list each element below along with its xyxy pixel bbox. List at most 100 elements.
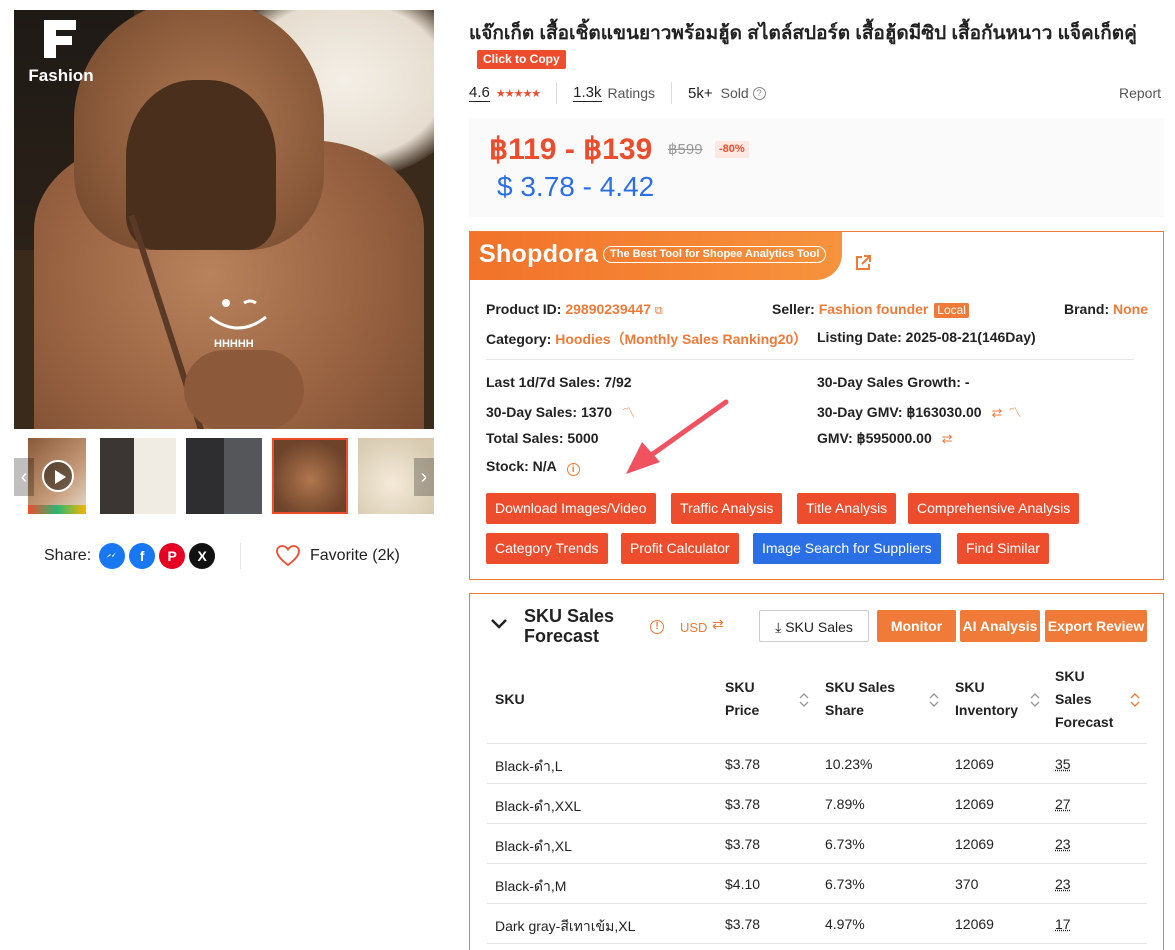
- separator: [671, 82, 672, 104]
- brand-label: Brand:: [1064, 301, 1110, 317]
- table-cell: 4.97%: [825, 916, 865, 932]
- image-search-suppliers-button[interactable]: Image Search for Suppliers: [753, 533, 941, 564]
- price-range: ฿119 - ฿139: [489, 133, 653, 166]
- stat-value: Last 1d/7d Sales: 7/92: [486, 374, 632, 390]
- swap-icon[interactable]: ⇄: [942, 431, 953, 446]
- listing-label: Listing Date:: [817, 329, 902, 345]
- external-link-icon[interactable]: [854, 254, 872, 272]
- shopdora-tagline: The Best Tool for Shopee Analytics Tool: [603, 246, 827, 263]
- sort-icon[interactable]: [929, 692, 939, 708]
- product-title: แจ๊กเก็ต เสื้อเชิ้ตแขนยาวพร้อมฮู้ด สไตล์…: [469, 23, 1137, 44]
- column-header-share[interactable]: SKU Sales Share: [825, 654, 915, 744]
- column-header-sku: SKU: [495, 690, 525, 707]
- table-cell[interactable]: 27: [1055, 796, 1071, 812]
- x-icon[interactable]: X: [189, 543, 216, 569]
- thumbnail-video[interactable]: [28, 438, 86, 514]
- table-cell: $3.78: [725, 756, 761, 772]
- sort-icon[interactable]: [1130, 692, 1140, 708]
- thumbnail-next-button[interactable]: ›: [414, 458, 434, 496]
- table-row: Black-ดำ,XL $3.78 6.73% 12069 23: [487, 824, 1147, 864]
- chevron-down-icon[interactable]: [490, 618, 508, 630]
- sku-sales-button[interactable]: ⤓ SKU Sales: [759, 610, 869, 642]
- table-cell: 370: [955, 876, 979, 892]
- export-review-button[interactable]: Export Review: [1045, 610, 1147, 642]
- trend-chart-icon[interactable]: 〽: [1008, 405, 1021, 420]
- swap-icon[interactable]: ⇄: [991, 405, 1002, 420]
- discount-badge: -80%: [715, 141, 749, 158]
- table-cell[interactable]: 17: [1055, 916, 1071, 932]
- thumbnail-dark-gray[interactable]: [186, 438, 262, 514]
- ratings-count[interactable]: 1.3k: [573, 84, 602, 102]
- info-icon[interactable]: !: [650, 620, 664, 634]
- sales-30: 30-Day Sales: 1370: [486, 404, 613, 420]
- brand-value: None: [1113, 301, 1149, 317]
- separator: [556, 82, 558, 104]
- column-header-inventory[interactable]: SKU Inventory: [955, 654, 1025, 744]
- stat-value: Total Sales: 5000: [486, 430, 599, 446]
- info-icon[interactable]: i: [566, 463, 580, 476]
- favorite-button[interactable]: Favorite (2k): [276, 543, 400, 569]
- rating-value[interactable]: 4.6: [469, 84, 490, 102]
- table-cell[interactable]: 23: [1055, 876, 1071, 892]
- thumbnail-prev-button[interactable]: ‹: [14, 458, 34, 496]
- sku-forecast-panel: SKU Sales Forecast ! USD ⇄ ⤓ SKU Sales M…: [469, 593, 1164, 950]
- thumbnail-brown[interactable]: [272, 438, 348, 514]
- f-logo-icon: [44, 20, 76, 58]
- pinterest-icon[interactable]: P: [159, 543, 186, 569]
- table-cell: 12069: [955, 796, 994, 812]
- table-row: Black-ดำ,XXL $3.78 7.89% 12069 27: [487, 784, 1147, 824]
- product-id-value[interactable]: 29890239447: [565, 301, 651, 317]
- ai-analysis-button[interactable]: AI Analysis: [960, 610, 1040, 642]
- favorite-label: Favorite (2k): [310, 547, 400, 564]
- shopdora-panel: Shopdora The Best Tool for Shopee Analyt…: [469, 231, 1164, 580]
- copy-icon[interactable]: ⧉: [655, 305, 663, 317]
- share-row: Share: f P X: [44, 543, 216, 569]
- category-row: Category: Hoodies（Monthly Sales Ranking2…: [486, 329, 807, 349]
- column-header-forecast[interactable]: SKU Sales Forecast: [1055, 654, 1120, 744]
- rating-stars-icon: ★★★★★: [495, 87, 541, 100]
- stat-value: 30-Day Sales Growth: -: [817, 374, 970, 390]
- thumbnail-white-black[interactable]: [100, 438, 176, 514]
- category-value[interactable]: Hoodies（Monthly Sales Ranking20）: [555, 331, 807, 347]
- help-icon[interactable]: ?: [752, 86, 766, 100]
- currency-label[interactable]: USD: [680, 620, 707, 635]
- sort-icon[interactable]: [799, 692, 809, 708]
- sort-icon[interactable]: [1030, 692, 1040, 708]
- listing-row: Listing Date: 2025-08-21(146Day): [817, 329, 1036, 345]
- table-cell[interactable]: 23: [1055, 836, 1071, 852]
- find-similar-button[interactable]: Find Similar: [957, 533, 1049, 564]
- profit-calculator-button[interactable]: Profit Calculator: [621, 533, 739, 564]
- column-header-price[interactable]: SKU Price: [725, 654, 775, 744]
- table-cell[interactable]: 35: [1055, 756, 1071, 772]
- rating-row: 4.6 ★★★★★ 1.3k Ratings 5k+ Sold ? Report: [469, 82, 1161, 104]
- sold-count: 5k+: [688, 84, 713, 102]
- smiley-print: HHHHH: [209, 299, 267, 350]
- table-cell: 7.89%: [825, 796, 865, 812]
- gmv-30-row: 30-Day GMV: ฿163030.00 ⇄ 〽: [817, 402, 1021, 421]
- title-analysis-button[interactable]: Title Analysis: [797, 493, 897, 524]
- comprehensive-analysis-button[interactable]: Comprehensive Analysis: [908, 493, 1080, 524]
- sold-label: Sold: [720, 85, 749, 101]
- table-cell: Black-ดำ,L: [495, 758, 563, 774]
- table-cell: Black-ดำ,XL: [495, 838, 572, 854]
- table-cell: Black-ดำ,M: [495, 878, 567, 894]
- category-trends-button[interactable]: Category Trends: [486, 533, 608, 564]
- facebook-icon[interactable]: f: [129, 543, 156, 569]
- seller-value[interactable]: Fashion founder: [819, 301, 929, 317]
- table-row: Black-ดำ,M $4.10 6.73% 370 23: [487, 864, 1147, 904]
- ratings-label: Ratings: [607, 85, 655, 101]
- table-cell: $3.78: [725, 836, 761, 852]
- download-images-button[interactable]: Download Images/Video: [486, 493, 656, 524]
- last-sales: Last 1d/7d Sales: 7/92: [486, 374, 632, 390]
- brand-logo: Fashion: [22, 16, 100, 88]
- monitor-button[interactable]: Monitor: [877, 610, 956, 642]
- report-link[interactable]: Report: [1119, 85, 1161, 101]
- swap-icon[interactable]: ⇄: [712, 616, 724, 633]
- copy-title-button[interactable]: Click to Copy: [477, 50, 566, 69]
- messenger-icon[interactable]: [99, 543, 126, 569]
- main-product-image[interactable]: HHHHH Fashion: [14, 10, 434, 429]
- seller-row: Seller: Fashion founder Local: [772, 301, 969, 318]
- shopdora-header: Shopdora The Best Tool for Shopee Analyt…: [470, 232, 842, 280]
- traffic-analysis-button[interactable]: Traffic Analysis: [671, 493, 783, 524]
- hoodie-cuff: [184, 350, 304, 429]
